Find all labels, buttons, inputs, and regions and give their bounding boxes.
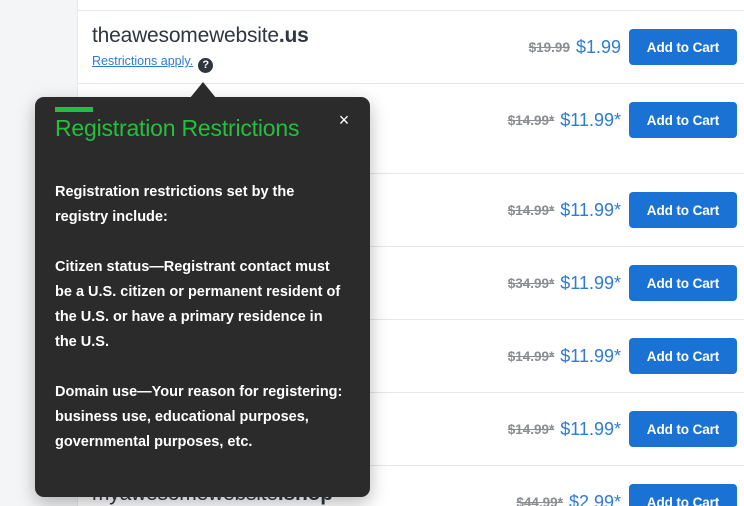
close-icon[interactable]: × xyxy=(333,109,355,131)
domain-name[interactable]: theawesomewebsite.us xyxy=(92,24,309,48)
restrictions-apply-label: Restrictions apply. xyxy=(92,54,194,68)
registration-restrictions-tooltip: Registration Restrictions × Registration… xyxy=(35,97,370,497)
accent-bar xyxy=(55,107,93,112)
price-area: $14.99* $11.99* xyxy=(508,174,621,247)
price-original: $14.99* xyxy=(507,349,555,364)
add-to-cart-button[interactable]: Add to Cart xyxy=(629,484,737,506)
tooltip-paragraph: Domain use—Your reason for registering: … xyxy=(55,384,343,450)
tooltip-paragraph: Registration restrictions set by the reg… xyxy=(55,184,295,225)
add-to-cart-button[interactable]: Add to Cart xyxy=(629,411,737,447)
price-sale: $11.99* xyxy=(560,419,621,439)
domain-name-tld: .us xyxy=(278,24,309,47)
table-row[interactable]: theawesomewebsite.us Restrictions apply.… xyxy=(78,10,744,83)
price-original: $44.99* xyxy=(516,495,563,506)
price-original: $14.99* xyxy=(507,113,555,128)
price-area: $44.99* $2.99* xyxy=(516,466,621,506)
restrictions-apply-link[interactable]: Restrictions apply.? xyxy=(92,54,214,73)
price-original: $34.99* xyxy=(507,276,555,291)
search-results-screen: theawesomewebsite.us Restrictions apply.… xyxy=(0,0,744,506)
price-original: $19.99 xyxy=(528,40,570,55)
price-sale: $2.99* xyxy=(568,492,621,506)
price-sale: $11.99* xyxy=(560,273,621,293)
add-to-cart-button[interactable]: Add to Cart xyxy=(629,192,737,228)
domain-name-prefix: theawesomewebsite xyxy=(92,24,279,47)
add-to-cart-button[interactable]: Add to Cart xyxy=(629,102,737,138)
tooltip-paragraph: Citizen status—Registrant contact must b… xyxy=(55,259,341,350)
price-area: $34.99* $11.99* xyxy=(508,247,621,320)
price-sale: $11.99* xyxy=(560,346,621,366)
tooltip-arrow xyxy=(190,82,216,98)
price-sale: $11.99* xyxy=(560,110,621,130)
tooltip-title: Registration Restrictions xyxy=(55,115,300,141)
add-to-cart-button[interactable]: Add to Cart xyxy=(629,29,737,65)
price-original: $14.99* xyxy=(507,422,555,437)
price-sale: $1.99 xyxy=(575,37,621,57)
add-to-cart-button[interactable]: Add to Cart xyxy=(629,265,737,301)
price-area: $19.99 $1.99 xyxy=(529,11,621,84)
price-area: $14.99* $11.99* xyxy=(508,320,621,393)
add-to-cart-button[interactable]: Add to Cart xyxy=(629,338,737,374)
price-area: $14.99* $11.99* xyxy=(508,393,621,466)
price-area: $14.99* $11.99* xyxy=(508,84,621,157)
help-icon[interactable]: ? xyxy=(198,58,214,73)
price-sale: $11.99* xyxy=(560,200,621,220)
tooltip-body: Registration restrictions set by the reg… xyxy=(55,180,345,455)
price-original: $14.99* xyxy=(507,203,555,218)
